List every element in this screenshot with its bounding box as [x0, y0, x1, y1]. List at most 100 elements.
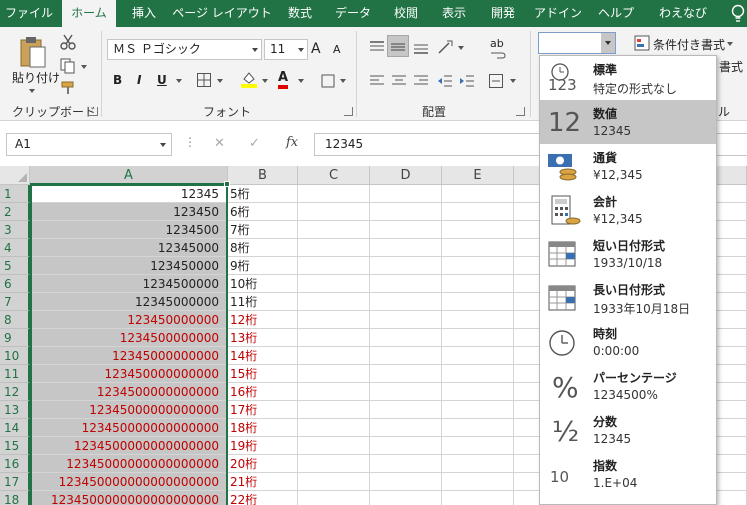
conditional-format-icon[interactable] [634, 35, 650, 51]
merge-center-icon[interactable] [488, 73, 504, 89]
empty-cell[interactable] [298, 275, 370, 293]
tab-file[interactable]: ファイル [0, 0, 58, 27]
tab-review[interactable]: 校閲 [384, 0, 428, 27]
row-header[interactable]: 4 [0, 239, 30, 257]
cell-b[interactable]: 18桁 [228, 419, 298, 437]
cell-a[interactable]: 1234500000000000 [30, 383, 228, 401]
empty-cell[interactable] [370, 329, 442, 347]
fill-color-icon[interactable] [240, 70, 258, 88]
cell-a[interactable]: 123450000000000000000 [30, 473, 228, 491]
cell-a[interactable]: 123450000000000 [30, 365, 228, 383]
empty-cell[interactable] [442, 293, 514, 311]
empty-cell[interactable] [370, 203, 442, 221]
empty-cell[interactable] [370, 491, 442, 505]
format-option[interactable]: 通貨 ¥12,345 [540, 144, 716, 188]
alignment-launcher[interactable] [516, 107, 525, 116]
empty-cell[interactable] [298, 383, 370, 401]
cell-b[interactable]: 13桁 [228, 329, 298, 347]
tab-developer[interactable]: 開発 [481, 0, 525, 27]
cell-b[interactable]: 15桁 [228, 365, 298, 383]
paste-dropdown[interactable] [29, 89, 35, 93]
empty-cell[interactable] [370, 185, 442, 203]
format-option[interactable]: % パーセンテージ 1234500% [540, 364, 716, 408]
empty-cell[interactable] [370, 311, 442, 329]
underline-button[interactable]: U [157, 73, 167, 87]
cell-a[interactable]: 12345000000 [30, 293, 228, 311]
cell-b[interactable]: 16桁 [228, 383, 298, 401]
copy-icon[interactable] [60, 58, 76, 74]
empty-cell[interactable] [442, 437, 514, 455]
column-header-d[interactable]: D [370, 166, 442, 185]
merge-dropdown[interactable] [510, 79, 516, 83]
align-right-icon[interactable] [413, 73, 429, 89]
phonetic-icon[interactable] [320, 73, 336, 89]
empty-cell[interactable] [298, 239, 370, 257]
empty-cell[interactable] [370, 221, 442, 239]
empty-cell[interactable] [298, 437, 370, 455]
row-header[interactable]: 10 [0, 347, 30, 365]
row-header[interactable]: 2 [0, 203, 30, 221]
row-header[interactable]: 5 [0, 257, 30, 275]
clipboard-launcher[interactable] [89, 107, 98, 116]
empty-cell[interactable] [370, 419, 442, 437]
orientation-icon[interactable] [437, 39, 455, 55]
empty-cell[interactable] [442, 491, 514, 505]
tab-addins[interactable]: アドイン [530, 0, 586, 27]
align-bottom-icon[interactable] [413, 39, 429, 55]
empty-cell[interactable] [442, 311, 514, 329]
empty-cell[interactable] [442, 329, 514, 347]
format-option[interactable]: ½ 分数 12345 [540, 408, 716, 452]
empty-cell[interactable] [298, 365, 370, 383]
cell-a[interactable]: 1234500 [30, 221, 228, 239]
tab-waenavi[interactable]: わえなび [648, 0, 718, 27]
cell-a[interactable]: 12345000000000000000 [30, 455, 228, 473]
format-option[interactable]: 12 数値 12345 [540, 100, 716, 144]
cell-b[interactable]: 8桁 [228, 239, 298, 257]
row-header[interactable]: 14 [0, 419, 30, 437]
empty-cell[interactable] [442, 473, 514, 491]
empty-cell[interactable] [442, 185, 514, 203]
vertical-dots-icon[interactable]: ⋮ [184, 135, 196, 149]
cell-a[interactable]: 12345000000000 [30, 347, 228, 365]
empty-cell[interactable] [298, 347, 370, 365]
confirm-entry-button[interactable]: ✓ [249, 136, 260, 151]
font-launcher[interactable] [344, 107, 353, 116]
cell-a[interactable]: 12345000 [30, 239, 228, 257]
row-header[interactable]: 13 [0, 401, 30, 419]
empty-cell[interactable] [298, 311, 370, 329]
tab-formulas[interactable]: 数式 [278, 0, 322, 27]
cell-b[interactable]: 6桁 [228, 203, 298, 221]
row-header[interactable]: 12 [0, 383, 30, 401]
chevron-down-icon[interactable] [160, 143, 166, 147]
format-option[interactable]: 長い日付形式 1933年10月18日 [540, 276, 716, 320]
tab-insert[interactable]: 挿入 [122, 0, 166, 27]
cell-a[interactable]: 123450000000000000 [30, 419, 228, 437]
cell-a[interactable]: 123450000 [30, 257, 228, 275]
cell-a[interactable]: 12345 [30, 185, 228, 203]
column-header-a[interactable]: A [30, 166, 228, 185]
number-format-box[interactable] [538, 32, 616, 54]
align-center-icon[interactable] [391, 73, 407, 89]
empty-cell[interactable] [442, 275, 514, 293]
paste-icon[interactable] [18, 35, 48, 69]
cell-b[interactable]: 19桁 [228, 437, 298, 455]
bold-button[interactable]: B [113, 73, 122, 87]
cell-b[interactable]: 20桁 [228, 455, 298, 473]
cancel-entry-button[interactable]: ✕ [214, 136, 225, 151]
cell-a[interactable]: 1234500000000000000000 [30, 491, 228, 505]
cell-b[interactable]: 21桁 [228, 473, 298, 491]
empty-cell[interactable] [370, 293, 442, 311]
italic-button[interactable]: I [137, 73, 141, 87]
empty-cell[interactable] [298, 257, 370, 275]
chevron-down-icon[interactable] [601, 33, 615, 53]
select-all-corner[interactable] [0, 166, 30, 185]
cell-a[interactable]: 12345000000000000 [30, 401, 228, 419]
font-color-dropdown[interactable] [298, 79, 304, 83]
wrap-text-button[interactable]: ab [490, 37, 504, 50]
empty-cell[interactable] [298, 491, 370, 505]
format-option[interactable]: 時刻 0:00:00 [540, 320, 716, 364]
row-header[interactable]: 3 [0, 221, 30, 239]
empty-cell[interactable] [442, 383, 514, 401]
empty-cell[interactable] [370, 275, 442, 293]
column-header-e[interactable]: E [442, 166, 514, 185]
